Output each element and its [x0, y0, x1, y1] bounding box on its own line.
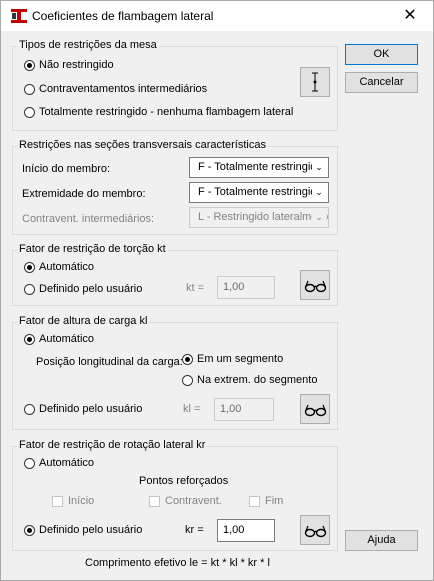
app-icon [11, 9, 27, 23]
kt-glasses-button[interactable] [300, 270, 330, 300]
radio-contraventamentos[interactable] [24, 84, 35, 95]
radio-kl-na-extrem[interactable] [182, 375, 193, 386]
radio-kl-automatico[interactable] [24, 334, 35, 345]
label-kl-na-extrem: Na extrem. do segmento [197, 374, 318, 386]
cancel-button[interactable]: Cancelar [345, 72, 418, 93]
label-kt-field: kt = [186, 282, 205, 294]
label-contravent-intermediarios: Contravent. intermediários: [22, 213, 155, 225]
select-contravent-intermediarios: L - Restringido lateralmente ⌄ [189, 207, 329, 228]
label-extremidade-membro: Extremidade do membro: [22, 188, 146, 200]
radio-kr-usuario[interactable] [24, 525, 35, 536]
kl-glasses-button[interactable] [300, 394, 330, 424]
effective-length-formula: Comprimento efetivo le = kt * kl * kr * … [85, 557, 270, 569]
checkbox-kr-fim [249, 496, 260, 507]
chevron-down-icon: ⌄ [312, 183, 326, 202]
group-kl-title: Fator de altura de carga kl [17, 315, 150, 327]
glasses-icon [304, 525, 327, 538]
member-restraint-button[interactable] [300, 67, 330, 97]
label-kt-automatico: Automático [39, 261, 95, 273]
label-kr-fim: Fim [265, 495, 284, 507]
label-kt-usuario: Definido pelo usuário [39, 283, 143, 295]
label-kl-automatico: Automático [39, 333, 95, 345]
close-icon[interactable]: ✕ [387, 1, 433, 31]
label-inicio-membro: Início do membro: [22, 163, 111, 175]
label-kr-inicio: Início [68, 495, 95, 507]
ok-button[interactable]: OK [345, 44, 418, 65]
dialog-window: Coeficientes de flambagem lateral ✕ OK C… [0, 0, 434, 581]
label-kl-usuario: Definido pelo usuário [39, 403, 143, 415]
label-kl-field: kl = [183, 403, 201, 415]
window-title: Coeficientes de flambagem lateral [32, 9, 214, 23]
label-contraventamentos: Contraventamentos intermediários [39, 83, 208, 95]
checkbox-kr-inicio [52, 496, 63, 507]
radio-kr-automatico[interactable] [24, 458, 35, 469]
select-contravent-value: L - Restringido lateralmente [198, 211, 329, 223]
input-kt: 1,00 [217, 276, 275, 299]
select-inicio-membro[interactable]: F - Totalmente restringido ⌄ [189, 157, 329, 178]
label-kr-usuario: Definido pelo usuário [39, 524, 143, 536]
radio-totalmente-restringido[interactable] [24, 107, 35, 118]
radio-kl-usuario[interactable] [24, 404, 35, 415]
member-restraint-icon [312, 72, 318, 92]
label-totalmente-restringido: Totalmente restringido - nenhuma flambag… [39, 106, 294, 118]
group-kt-title: Fator de restrição de torção kt [17, 243, 168, 255]
group-kr-title: Fator de restrição de rotação lateral kr [17, 439, 208, 451]
label-kr-field: kr = [185, 524, 204, 536]
group-kt [12, 250, 338, 306]
radio-nao-restringido[interactable] [24, 60, 35, 71]
select-extremidade-value: F - Totalmente restringido [198, 186, 323, 198]
select-extremidade-membro[interactable]: F - Totalmente restringido ⌄ [189, 182, 329, 203]
chevron-down-icon: ⌄ [312, 208, 326, 227]
glasses-icon [304, 280, 327, 293]
select-inicio-value: F - Totalmente restringido [198, 161, 323, 173]
title-bar: Coeficientes de flambagem lateral ✕ [1, 1, 433, 31]
label-kr-contravent: Contravent. [165, 495, 222, 507]
radio-kt-usuario[interactable] [24, 284, 35, 295]
chevron-down-icon: ⌄ [312, 158, 326, 177]
group-restr-mesa-title: Tipos de restrições da mesa [17, 39, 159, 51]
group-restr-secoes-title: Restrições nas seções transversais carac… [17, 139, 268, 151]
label-kl-em-um-segmento: Em um segmento [197, 353, 284, 365]
glasses-icon [304, 404, 327, 417]
help-button[interactable]: Ajuda [345, 530, 418, 551]
label-nao-restringido: Não restringido [39, 59, 114, 71]
label-kl-posicao: Posição longitudinal da carga: [36, 356, 183, 368]
checkbox-kr-contravent [149, 496, 160, 507]
label-kr-automatico: Automático [39, 457, 95, 469]
input-kr[interactable]: 1,00 [217, 519, 275, 542]
radio-kt-automatico[interactable] [24, 262, 35, 273]
kr-glasses-button[interactable] [300, 515, 330, 545]
label-kr-pontos: Pontos reforçados [139, 475, 229, 487]
input-kl: 1,00 [214, 398, 274, 421]
radio-kl-em-um-segmento[interactable] [182, 354, 193, 365]
